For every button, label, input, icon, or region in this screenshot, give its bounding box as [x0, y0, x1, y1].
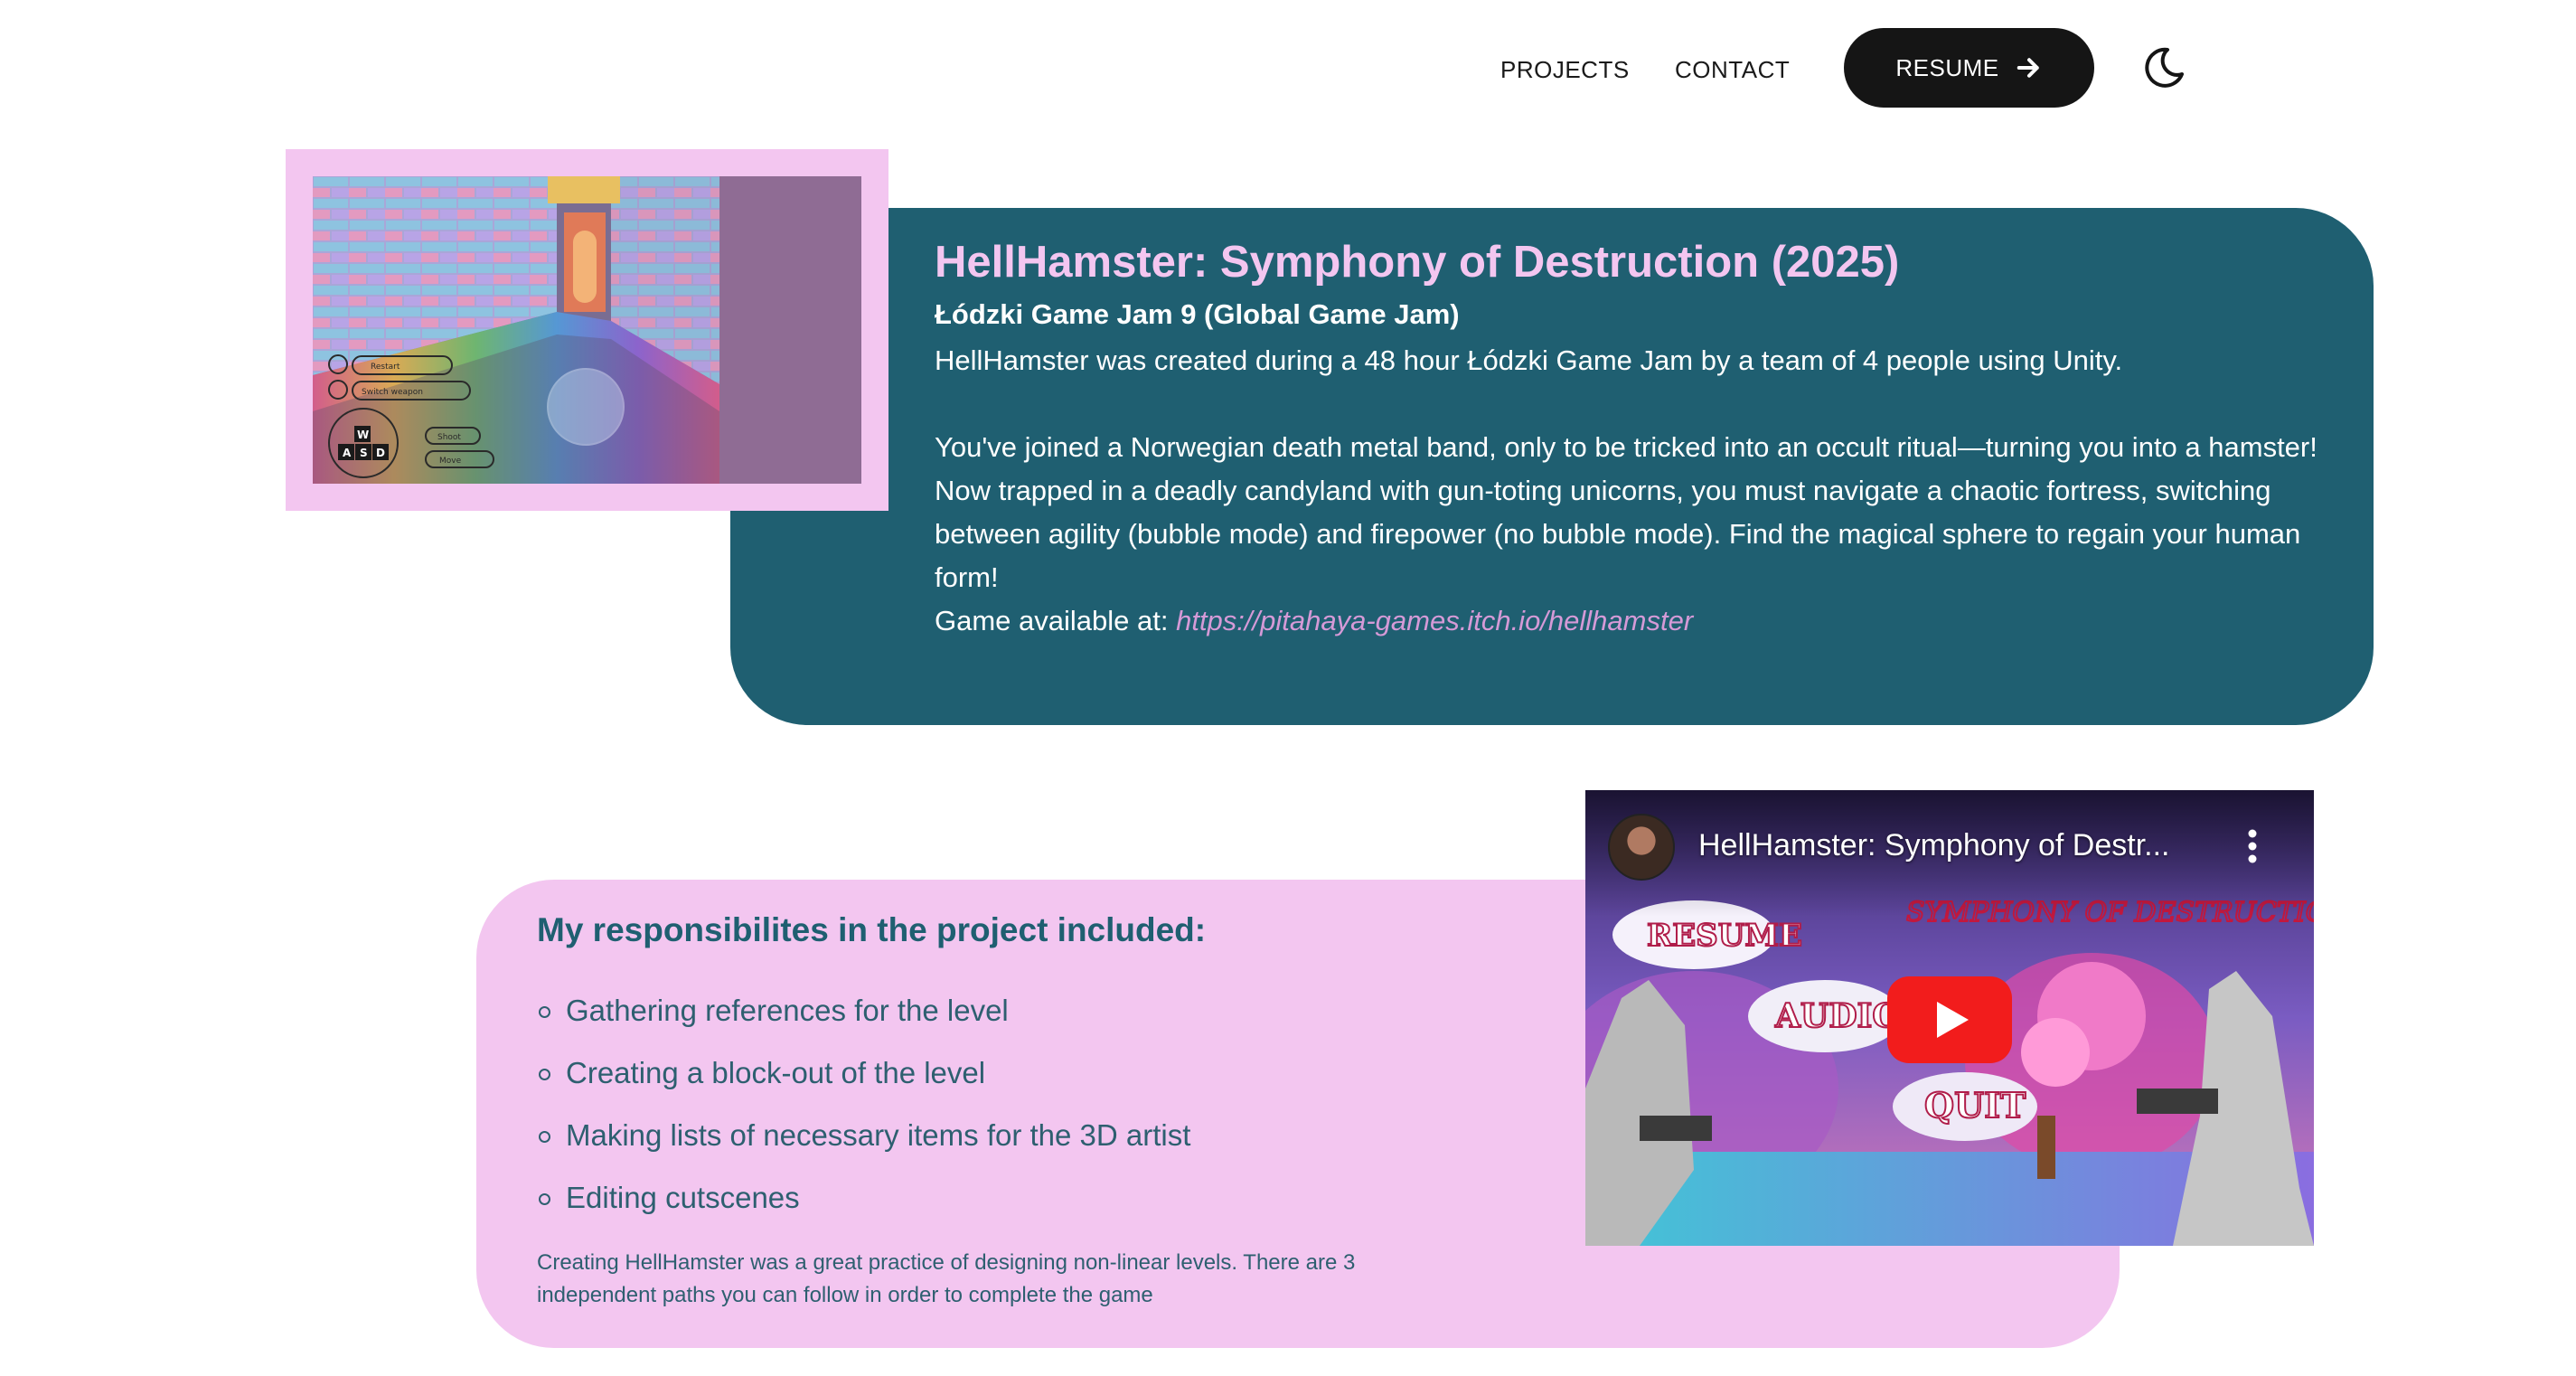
project-intro: HellHamster was created during a 48 hour…: [935, 344, 2123, 376]
project-story-2: Now trapped in a deadly candyland with g…: [935, 474, 2301, 593]
hud-restart-label: Restart: [371, 363, 400, 372]
availability-label: Game available at:: [935, 604, 1177, 636]
project-story-1: You've joined a Norwegian death metal ba…: [935, 430, 2317, 463]
hud-key-s: S: [360, 447, 368, 459]
hud-key-a: A: [343, 447, 352, 459]
game-screenshot: Restart Switch weapon Shoot Move W A S D: [313, 176, 861, 484]
moon-icon[interactable]: [2140, 44, 2187, 91]
screenshot-frame: Restart Switch weapon Shoot Move W A S D: [286, 149, 888, 511]
project-availability: Game available at: https://pitahaya-game…: [935, 599, 2327, 643]
list-item: Making lists of necessary items for the …: [537, 1104, 1531, 1166]
channel-avatar[interactable]: [1608, 814, 1675, 881]
video-menu-resume: RESUME: [1647, 918, 1802, 954]
hud-shoot-label: Shoot: [437, 433, 461, 442]
youtube-video-embed[interactable]: RESUME AUDIO QUIT SYMPHONY OF DESTRUCTIO…: [1585, 790, 2314, 1246]
video-title[interactable]: HellHamster: Symphony of Destr...: [1698, 828, 2170, 863]
hud-switch-label: Switch weapon: [362, 388, 423, 397]
resume-button-label: RESUME: [1895, 53, 1999, 81]
hud-move-label: Move: [439, 457, 462, 466]
project-subtitle: Łódzki Game Jam 9 (Global Game Jam): [935, 298, 1460, 331]
video-title-bar: HellHamster: Symphony of Destr...: [1585, 790, 2314, 917]
nav-contact-link[interactable]: CONTACT: [1675, 56, 1790, 84]
responsibilities-content: My responsibilites in the project includ…: [537, 909, 1531, 1312]
video-menu-audio: AUDIO: [1774, 997, 1901, 1035]
nav-projects-link[interactable]: PROJECTS: [1500, 56, 1630, 84]
project-title: HellHamster: Symphony of Destruction (20…: [935, 238, 1900, 287]
responsibilities-list: Gathering references for the level Creat…: [537, 979, 1531, 1229]
list-item: Gathering references for the level: [537, 979, 1531, 1041]
list-item: Creating a block-out of the level: [537, 1041, 1531, 1104]
resume-button[interactable]: RESUME: [1844, 28, 2094, 108]
responsibilities-heading: My responsibilites in the project includ…: [537, 911, 1207, 948]
list-item: Editing cutscenes: [537, 1166, 1531, 1229]
more-vertical-icon[interactable]: [2234, 823, 2270, 870]
video-menu-quit: QUIT: [1924, 1085, 2026, 1126]
project-description: HellHamster: Symphony of Destruction (20…: [935, 237, 2327, 643]
play-button-icon[interactable]: [1887, 976, 2012, 1063]
game-link[interactable]: https://pitahaya-games.itch.io/hellhamst…: [1176, 605, 1693, 636]
responsibilities-note: Creating HellHamster was a great practic…: [537, 1250, 1356, 1308]
game-screenshot-art: Restart Switch weapon Shoot Move W A S D: [313, 176, 861, 484]
hud-key-d: D: [376, 447, 385, 459]
page: PROJECTS CONTACT RESUME Restart Switch w…: [0, 0, 2576, 1376]
arrow-right-icon: [2017, 58, 2039, 78]
hud-key-w: W: [357, 429, 369, 441]
